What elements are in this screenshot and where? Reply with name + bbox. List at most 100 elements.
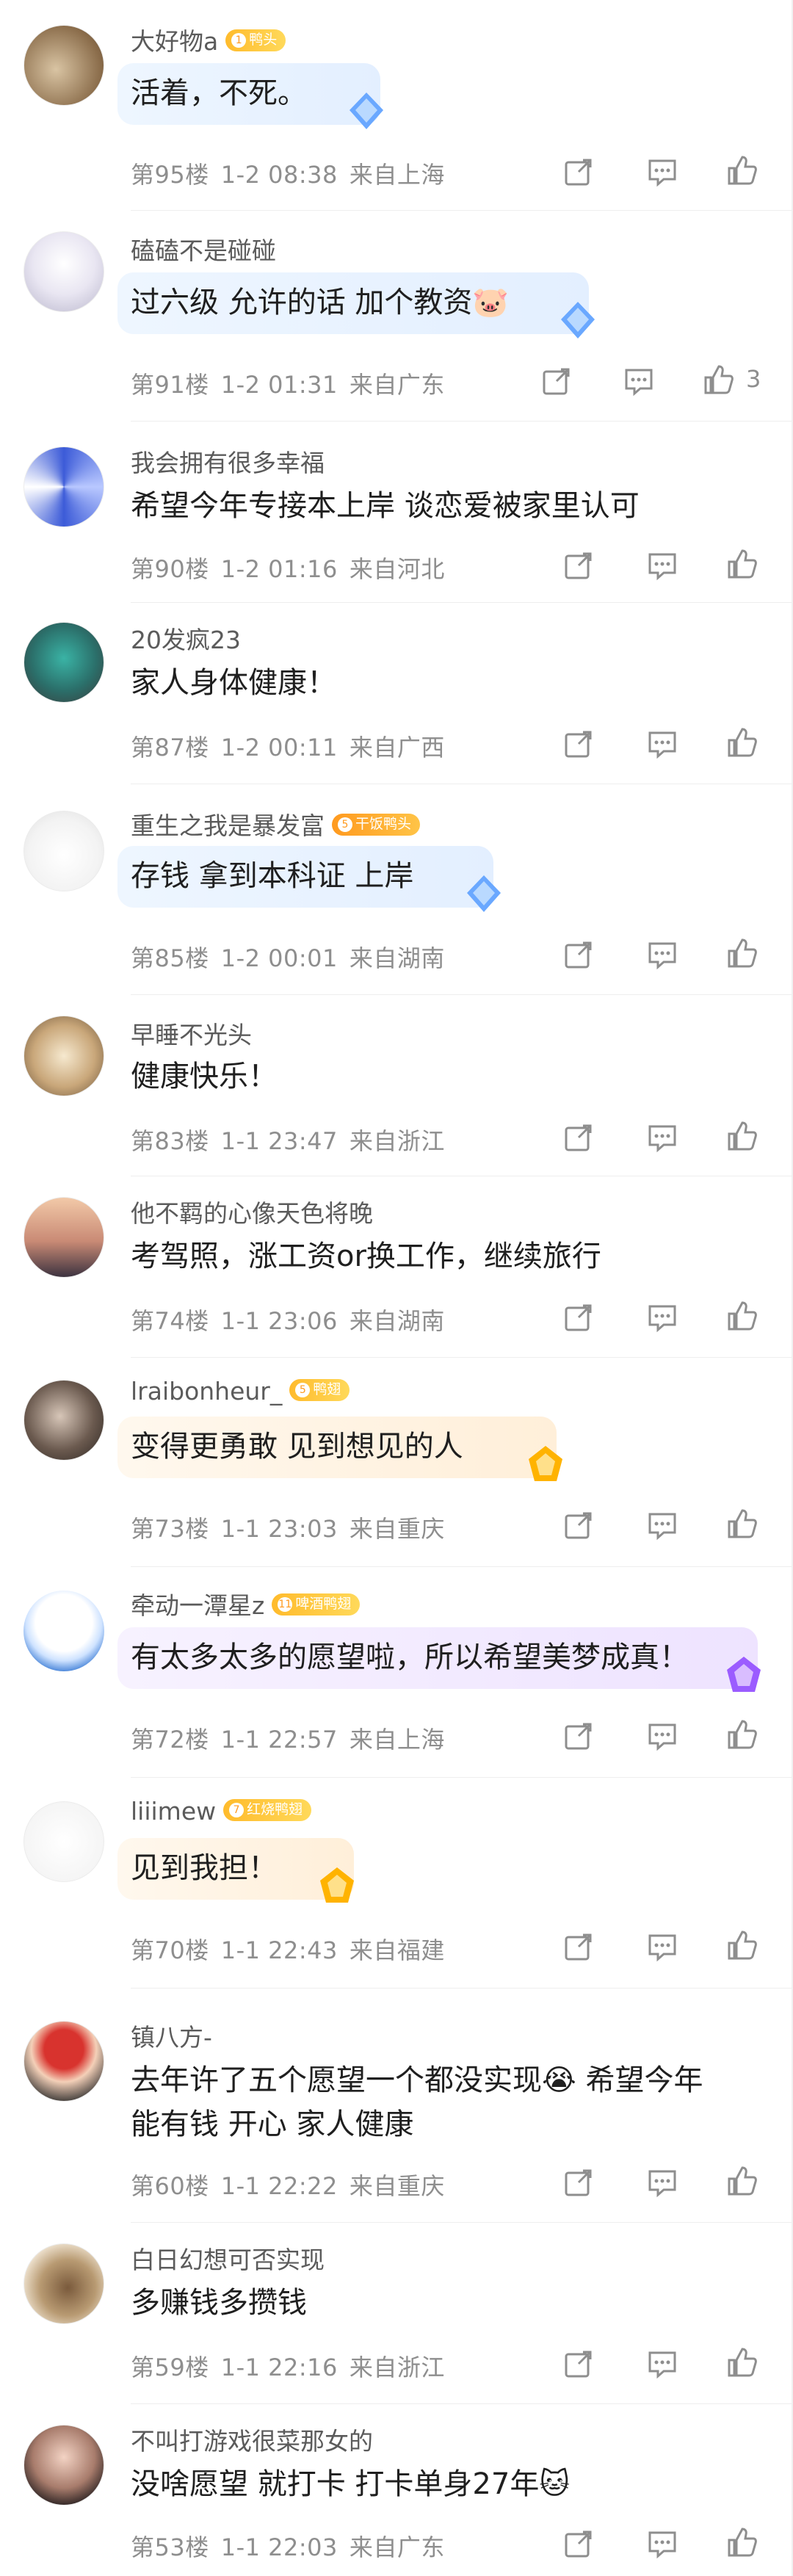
- reply-icon[interactable]: [646, 2528, 678, 2560]
- diamond-gem-icon: [350, 93, 383, 129]
- comment-text[interactable]: 健康快乐！: [131, 1054, 278, 1099]
- username[interactable]: 早睡不光头: [131, 1016, 252, 1051]
- username[interactable]: lraibonheur_: [131, 1377, 282, 1405]
- username[interactable]: 大好物a: [131, 27, 218, 56]
- comment-text[interactable]: 见到我担！: [131, 1845, 278, 1891]
- comment-meta: 第72楼 1-1 22:57 来自上海: [131, 1726, 445, 1754]
- avatar[interactable]: [23, 2243, 104, 2324]
- reply-icon[interactable]: [646, 1931, 678, 1963]
- comment-text[interactable]: 变得更勇敢 见到想见的人: [131, 1424, 463, 1469]
- fan-badge: 5 鸭翅: [289, 1378, 350, 1401]
- reply-icon[interactable]: [646, 2348, 678, 2380]
- diamond-gem-icon: [727, 1657, 761, 1692]
- reply-icon[interactable]: [646, 2166, 678, 2199]
- reply-icon[interactable]: [646, 1301, 678, 1334]
- diamond-gem-icon: [467, 875, 501, 912]
- share-icon[interactable]: [562, 938, 595, 971]
- thumbs-up-icon[interactable]: [725, 2526, 758, 2558]
- username[interactable]: liiimew: [131, 1797, 216, 1826]
- comment-text-line2[interactable]: 能有钱 开心 家人健康: [131, 2102, 413, 2147]
- share-icon[interactable]: [540, 365, 573, 397]
- username[interactable]: 重生之我是暴发富: [131, 811, 325, 840]
- comment-text[interactable]: 存钱 拿到本科证 上岸: [131, 853, 413, 899]
- username[interactable]: 镇八方-: [131, 2018, 212, 2053]
- badge-level-icon: 5: [295, 1382, 311, 1397]
- comment-text[interactable]: 活着，不死。: [131, 70, 307, 116]
- username[interactable]: 牵动一潭星z: [131, 1591, 264, 1620]
- diamond-gem-icon: [529, 1446, 562, 1481]
- avatar[interactable]: [23, 231, 104, 312]
- thumbs-up-icon[interactable]: [702, 363, 734, 396]
- comment-meta: 第53楼 1-1 22:03 来自广东: [131, 2533, 445, 2561]
- avatar[interactable]: [23, 1197, 104, 1278]
- divider: [131, 2222, 793, 2223]
- reply-icon[interactable]: [646, 1509, 678, 1541]
- reply-icon[interactable]: [646, 1121, 678, 1154]
- share-icon[interactable]: [562, 1301, 595, 1334]
- comment-text[interactable]: 多赚钱多攒钱: [131, 2280, 307, 2326]
- thumbs-up-icon[interactable]: [725, 937, 758, 969]
- fan-badge: 7 红烧鸭翅: [223, 1798, 312, 1821]
- thumbs-up-icon[interactable]: [725, 1508, 758, 1540]
- comment-text[interactable]: 去年许了五个愿望一个都没实现😭 希望今年: [131, 2058, 703, 2103]
- username[interactable]: 白日幻想可否实现: [131, 2240, 325, 2276]
- comment-meta: 第83楼 1-1 23:47 来自浙江: [131, 1127, 445, 1155]
- share-icon[interactable]: [562, 549, 595, 582]
- divider: [131, 210, 793, 211]
- thumbs-up-icon[interactable]: [725, 548, 758, 580]
- diamond-gem-icon: [320, 1867, 354, 1903]
- share-icon[interactable]: [562, 1931, 595, 1963]
- reply-icon[interactable]: [646, 156, 678, 188]
- comment-meta: 第95楼 1-2 08:38 来自上海: [131, 161, 445, 189]
- thumbs-up-icon[interactable]: [725, 1929, 758, 1961]
- share-icon[interactable]: [562, 728, 595, 760]
- avatar[interactable]: [23, 446, 104, 527]
- avatar[interactable]: [23, 1016, 104, 1096]
- thumbs-up-icon[interactable]: [725, 1718, 758, 1751]
- comment-text[interactable]: 家人身体健康！: [131, 660, 336, 706]
- username[interactable]: 我会拥有很多幸福: [131, 444, 325, 479]
- reply-icon[interactable]: [623, 365, 655, 397]
- avatar[interactable]: [23, 811, 104, 891]
- fan-badge: 11 啤酒鸭翅: [272, 1593, 361, 1616]
- share-icon[interactable]: [562, 1121, 595, 1154]
- thumbs-up-icon[interactable]: [725, 1120, 758, 1152]
- share-icon[interactable]: [562, 1720, 595, 1752]
- avatar[interactable]: [23, 622, 104, 703]
- share-icon[interactable]: [562, 2528, 595, 2560]
- comment-meta: 第60楼 1-1 22:22 来自重庆: [131, 2172, 445, 2200]
- username[interactable]: 不叫打游戏很菜那女的: [131, 2422, 373, 2457]
- avatar[interactable]: [23, 2021, 104, 2102]
- username[interactable]: 20发疯23: [131, 621, 241, 656]
- avatar[interactable]: [23, 1801, 104, 1882]
- thumbs-up-icon[interactable]: [725, 2346, 758, 2378]
- fan-badge: 5 干饭鸭头: [332, 813, 421, 836]
- username[interactable]: 磕磕不是碰碰: [131, 231, 276, 267]
- thumbs-up-icon[interactable]: [725, 726, 758, 759]
- share-icon[interactable]: [562, 2166, 595, 2199]
- thumbs-up-icon[interactable]: [725, 154, 758, 187]
- avatar[interactable]: [23, 1591, 104, 1671]
- reply-icon[interactable]: [646, 938, 678, 971]
- comment-text[interactable]: 没啥愿望 就打卡 打卡单身27年🐱: [131, 2461, 570, 2507]
- share-icon[interactable]: [562, 2348, 595, 2380]
- comment-text[interactable]: 过六级 允许的话 加个教资🐷: [131, 280, 509, 325]
- thumbs-up-icon[interactable]: [725, 2165, 758, 2197]
- comment-text[interactable]: 有太多太多的愿望啦，所以希望美梦成真！: [131, 1635, 689, 1680]
- reply-icon[interactable]: [646, 549, 678, 582]
- comment-text[interactable]: 考驾照，涨工资or换工作，继续旅行: [131, 1234, 601, 1279]
- avatar[interactable]: [23, 2425, 104, 2506]
- share-icon[interactable]: [562, 1509, 595, 1541]
- avatar[interactable]: [23, 25, 104, 106]
- comment-text[interactable]: 希望今年专接本上岸 谈恋爱被家里认可: [131, 483, 640, 529]
- reply-icon[interactable]: [646, 728, 678, 760]
- reply-icon[interactable]: [646, 1720, 678, 1752]
- thumbs-up-icon[interactable]: [725, 1300, 758, 1332]
- fan-badge: 1 鸭头: [225, 29, 286, 51]
- share-icon[interactable]: [562, 156, 595, 188]
- comment-meta: 第91楼 1-2 01:31 来自广东: [131, 371, 445, 399]
- divider: [131, 1988, 793, 1989]
- divider: [131, 1777, 793, 1778]
- avatar[interactable]: [23, 1380, 104, 1461]
- username[interactable]: 他不羁的心像天色将晚: [131, 1194, 373, 1229]
